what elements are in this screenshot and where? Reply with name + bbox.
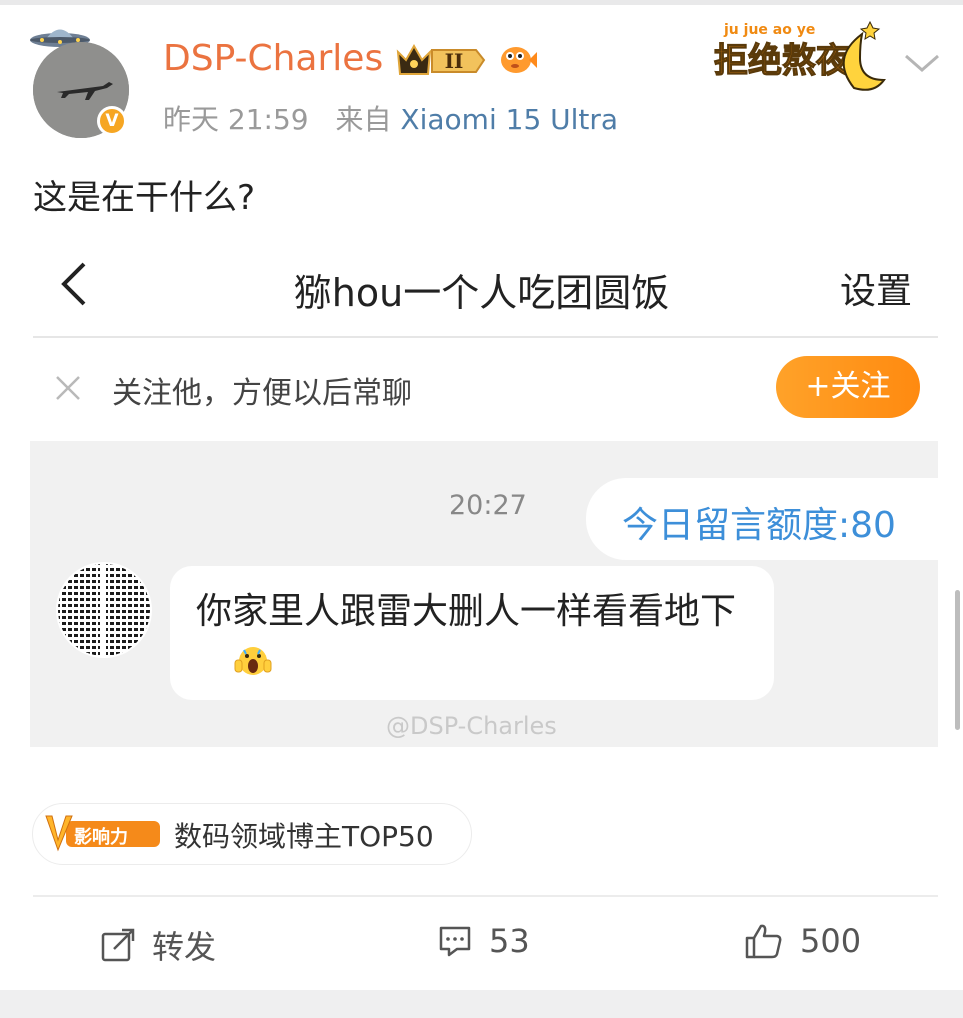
influence-logo-text: 影响力 <box>74 826 128 848</box>
like-button[interactable]: 500 <box>744 922 861 960</box>
top-separator <box>0 0 963 5</box>
sticker-pinyin: ju jue ao ye <box>723 22 815 38</box>
quota-text: 今日留言额度:80 <box>622 505 896 546</box>
watermark: @DSP-Charles <box>386 712 557 740</box>
badge-level: II <box>445 49 464 73</box>
influence-logo-icon: 影响力 <box>45 815 160 852</box>
share-icon <box>101 928 135 962</box>
follow-hint: 关注他，方便以后常聊 <box>112 376 412 411</box>
pufferfish-icon <box>501 47 537 73</box>
device-link[interactable]: Xiaomi 15 Ultra <box>400 103 618 136</box>
comment-button[interactable]: 53 <box>437 922 530 960</box>
verified-badge: V <box>97 106 127 136</box>
post-meta: 昨天 21:59 来自 Xiaomi 15 Ultra <box>163 98 618 138</box>
source-prefix: 来自 <box>335 103 392 136</box>
pattern-avatar-icon <box>58 564 150 656</box>
settings-label: 设置 <box>840 271 913 312</box>
repost-button[interactable]: 转发 <box>100 922 216 968</box>
follow-button: +关注 <box>776 356 920 418</box>
scrollbar[interactable] <box>955 590 960 730</box>
scream-emoji-icon <box>234 647 272 675</box>
bottom-separator <box>0 990 963 1018</box>
like-count: 500 <box>800 922 862 960</box>
moon-sticker: ju jue ao ye 拒绝熬夜 <box>713 20 886 91</box>
nav-divider <box>33 336 938 338</box>
author-name[interactable]: DSP-Charles <box>163 38 383 79</box>
peer-avatar <box>56 562 152 658</box>
comment-icon <box>439 926 471 957</box>
member-crown-icon[interactable]: II <box>396 40 486 80</box>
repost-label: 转发 <box>152 928 217 966</box>
post-time: 昨天 21:59 <box>163 103 309 136</box>
chevron-down-icon[interactable] <box>902 50 942 76</box>
close-icon <box>56 376 80 400</box>
action-divider <box>33 895 938 897</box>
message-text: 你家里人跟雷大删人一样看看地下 <box>196 591 737 632</box>
post-text: 这是在干什么? <box>33 178 256 218</box>
message-timestamp: 20:27 <box>449 490 527 521</box>
sticker-text: 拒绝熬夜 <box>714 41 851 81</box>
chat-title: 猕hou一个人吃团圆饭 <box>293 271 670 315</box>
comment-count: 53 <box>489 922 530 960</box>
influence-tag-text: 数码领域博主TOP50 <box>174 820 434 853</box>
thumbs-up-icon <box>745 924 782 959</box>
